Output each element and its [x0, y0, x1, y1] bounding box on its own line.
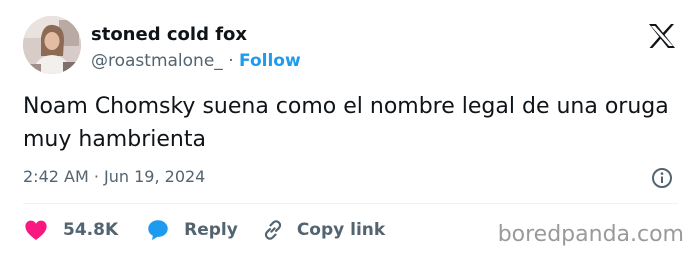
reply-bubble-icon — [148, 220, 168, 241]
user-info: stoned cold fox @roastmalone_ · Follow — [91, 24, 301, 72]
heart-icon — [25, 220, 47, 240]
reply-label: Reply — [184, 220, 238, 240]
avatar[interactable] — [23, 16, 81, 74]
display-name[interactable]: stoned cold fox — [91, 24, 301, 46]
tweet-card: stoned cold fox @roastmalone_ · Follow N… — [0, 0, 700, 256]
timestamp[interactable]: 2:42 AM · Jun 19, 2024 — [23, 166, 205, 188]
like-count: 54.8K — [63, 220, 119, 240]
copy-link-label: Copy link — [296, 220, 386, 240]
like-button[interactable]: 54.8K — [23, 217, 118, 243]
tweet-text: Noam Chomsky suena como el nombre legal … — [23, 94, 669, 152]
action-bar: 54.8K Reply Copy link — [23, 216, 385, 244]
follow-button[interactable]: Follow — [239, 51, 301, 71]
separator-dot: · — [228, 51, 234, 71]
reply-button[interactable]: Reply — [145, 217, 238, 243]
info-icon[interactable] — [650, 166, 674, 190]
avatar-photo — [23, 16, 81, 74]
handle-line: @roastmalone_ · Follow — [91, 50, 301, 72]
user-handle[interactable]: @roastmalone_ — [91, 51, 223, 71]
watermark: boredpanda.com — [497, 222, 684, 247]
copy-link-button[interactable]: Copy link — [260, 217, 385, 243]
x-logo-icon[interactable] — [648, 23, 676, 49]
divider — [23, 203, 678, 204]
link-icon — [264, 220, 281, 240]
